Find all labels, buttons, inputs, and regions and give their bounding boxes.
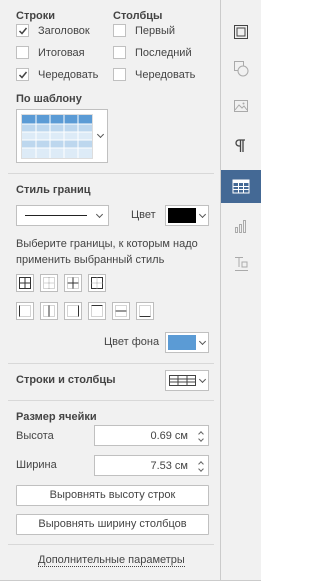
- header-row-label: Заголовок: [38, 25, 90, 37]
- banded-columns-checkbox[interactable]: [113, 68, 126, 81]
- width-value: 7.53 см: [150, 460, 188, 472]
- checkmark-icon: [18, 71, 28, 79]
- header-row-checkbox[interactable]: [16, 24, 29, 37]
- banded-rows-checkbox[interactable]: [16, 68, 29, 81]
- border-outer-icon: [91, 277, 103, 289]
- rows-section-title: Строки: [16, 10, 56, 22]
- table-icon: [232, 179, 250, 194]
- border-inner-horizontal-icon: [115, 305, 127, 317]
- background-color-picker[interactable]: [165, 332, 209, 353]
- border-color-label: Цвет: [131, 209, 156, 221]
- chevron-down-icon: [198, 210, 207, 219]
- template-title: По шаблону: [16, 93, 82, 105]
- banded-columns-label: Чередовать: [135, 69, 196, 81]
- table-settings-panel: Строки Столбцы Заголовок Итоговая Чередо…: [0, 0, 221, 581]
- distribute-rows-button[interactable]: Выровнять высоту строк: [16, 485, 209, 506]
- banded-rows-label: Чередовать: [38, 69, 99, 81]
- image-settings-tab[interactable]: [221, 90, 261, 123]
- rows-columns-menu-button[interactable]: [165, 370, 209, 391]
- cell-size-title: Размер ячейки: [16, 411, 97, 423]
- height-stepper[interactable]: 0.69 см: [94, 425, 209, 446]
- border-bottom-icon: [139, 305, 151, 317]
- last-column-label: Последний: [135, 47, 192, 59]
- border-line-preview: [25, 215, 87, 216]
- table-template-preview: [21, 114, 93, 159]
- border-left-button[interactable]: [16, 302, 34, 320]
- first-column-label: Первый: [135, 25, 176, 37]
- width-stepper[interactable]: 7.53 см: [94, 455, 209, 476]
- border-inner-vertical-button[interactable]: [40, 302, 58, 320]
- border-inner-icon: [67, 277, 79, 289]
- paragraph-settings-tab[interactable]: [221, 130, 261, 163]
- table-template-picker[interactable]: [16, 109, 108, 163]
- border-bottom-button[interactable]: [136, 302, 154, 320]
- border-color-picker[interactable]: [165, 205, 209, 226]
- text-art-settings-tab[interactable]: [221, 248, 261, 281]
- cols-section-title: Столбцы: [113, 10, 163, 22]
- divider: [8, 173, 214, 174]
- border-none-icon: [43, 277, 55, 289]
- border-all-button[interactable]: [16, 274, 34, 292]
- background-color-swatch: [168, 335, 196, 350]
- slide-icon: [234, 25, 248, 39]
- total-row-checkbox[interactable]: [16, 46, 29, 59]
- decrement-icon[interactable]: [198, 436, 204, 442]
- chevron-down-icon: [198, 337, 207, 346]
- table-settings-tab[interactable]: [221, 170, 261, 203]
- distribute-columns-button[interactable]: Выровнять ширину столбцов: [16, 514, 209, 535]
- divider: [8, 400, 214, 401]
- shape-settings-tab[interactable]: [221, 52, 261, 85]
- table-rows-icon: [169, 375, 196, 386]
- last-column-checkbox[interactable]: [113, 46, 126, 59]
- divider: [8, 544, 214, 545]
- border-outer-button[interactable]: [88, 274, 106, 292]
- total-row-label: Итоговая: [38, 47, 85, 59]
- rows-columns-title: Строки и столбцы: [16, 374, 116, 386]
- width-label: Ширина: [16, 459, 57, 471]
- border-top-button[interactable]: [88, 302, 106, 320]
- height-value: 0.69 см: [150, 430, 188, 442]
- chevron-down-icon: [198, 375, 207, 384]
- table-style-icon: [22, 115, 92, 158]
- chart-icon: [235, 220, 246, 233]
- chevron-down-icon: [95, 210, 104, 219]
- divider: [8, 363, 214, 364]
- checkmark-icon: [18, 27, 28, 35]
- background-color-label: Цвет фона: [104, 336, 160, 348]
- first-column-checkbox[interactable]: [113, 24, 126, 37]
- border-width-select[interactable]: [16, 205, 109, 226]
- right-sidebar: [221, 0, 261, 581]
- border-style-title: Стиль границ: [16, 184, 91, 196]
- border-none-button[interactable]: [40, 274, 58, 292]
- slide-settings-tab[interactable]: [221, 16, 261, 49]
- shape-icon: [234, 61, 249, 77]
- border-all-icon: [19, 277, 31, 289]
- image-icon: [234, 100, 248, 112]
- border-top-icon: [91, 305, 103, 317]
- height-label: Высота: [16, 430, 54, 442]
- border-inner-button[interactable]: [64, 274, 82, 292]
- border-hint-text: Выберите границы, к которым надо примени…: [16, 238, 198, 266]
- chevron-down-icon: [96, 130, 105, 139]
- border-right-button[interactable]: [64, 302, 82, 320]
- border-right-icon: [67, 305, 79, 317]
- border-left-icon: [19, 305, 31, 317]
- border-color-swatch: [168, 208, 196, 223]
- chart-settings-tab[interactable]: [221, 210, 261, 243]
- text-art-icon: [235, 257, 248, 271]
- border-inner-vertical-icon: [43, 305, 55, 317]
- decrement-icon[interactable]: [198, 466, 204, 472]
- border-inner-horizontal-button[interactable]: [112, 302, 130, 320]
- paragraph-icon: [235, 139, 245, 152]
- advanced-settings-link[interactable]: Дополнительные параметры: [38, 554, 185, 567]
